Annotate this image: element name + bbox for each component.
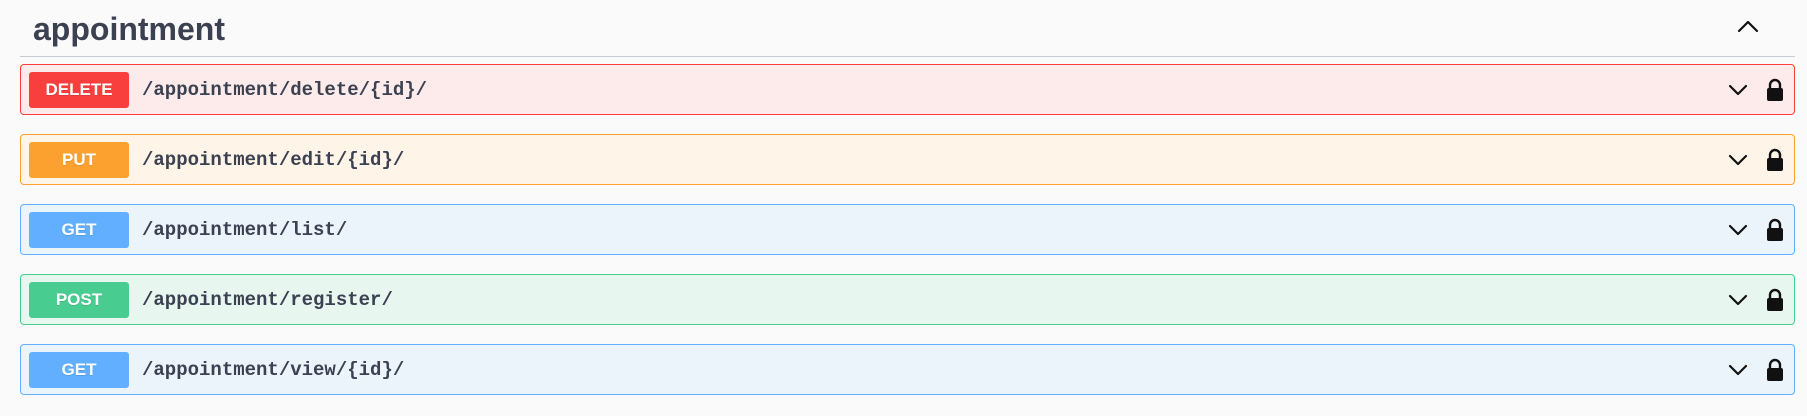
operation-row[interactable]: GET /appointment/view/{id}/ (20, 344, 1795, 395)
method-badge: GET (29, 351, 129, 388)
lock-icon[interactable] (1764, 146, 1786, 174)
operation-controls (1724, 205, 1786, 254)
chevron-down-icon[interactable] (1724, 286, 1752, 314)
operation-row[interactable]: POST /appointment/register/ (20, 274, 1795, 325)
method-badge: PUT (29, 141, 129, 178)
method-badge: GET (29, 211, 129, 248)
operation-controls (1724, 345, 1786, 394)
operation-row[interactable]: GET /appointment/list/ (20, 204, 1795, 255)
chevron-up-icon (1737, 20, 1759, 33)
chevron-down-icon[interactable] (1724, 356, 1752, 384)
chevron-down-icon[interactable] (1724, 146, 1752, 174)
appointment-section: appointment DELETE /appointment/delete/{… (20, 0, 1795, 416)
section-title: appointment (33, 10, 225, 47)
section-header[interactable]: appointment (20, 0, 1795, 57)
lock-icon[interactable] (1764, 76, 1786, 104)
operations-list: DELETE /appointment/delete/{id}/ PUT /ap… (20, 64, 1795, 414)
method-badge: DELETE (29, 71, 129, 108)
lock-icon[interactable] (1764, 216, 1786, 244)
lock-icon[interactable] (1764, 286, 1786, 314)
operation-controls (1724, 135, 1786, 184)
operation-row[interactable]: DELETE /appointment/delete/{id}/ (20, 64, 1795, 115)
lock-icon[interactable] (1764, 356, 1786, 384)
operation-controls (1724, 275, 1786, 324)
operation-row[interactable]: PUT /appointment/edit/{id}/ (20, 134, 1795, 185)
method-badge: POST (29, 281, 129, 318)
collapse-section-button[interactable] (1731, 12, 1765, 42)
chevron-down-icon[interactable] (1724, 76, 1752, 104)
operation-path: /appointment/delete/{id}/ (142, 78, 428, 101)
operation-path: /appointment/view/{id}/ (142, 358, 405, 381)
chevron-down-icon[interactable] (1724, 216, 1752, 244)
operation-controls (1724, 65, 1786, 114)
operation-path: /appointment/register/ (142, 288, 393, 311)
operation-path: /appointment/list/ (142, 218, 348, 241)
operation-path: /appointment/edit/{id}/ (142, 148, 405, 171)
